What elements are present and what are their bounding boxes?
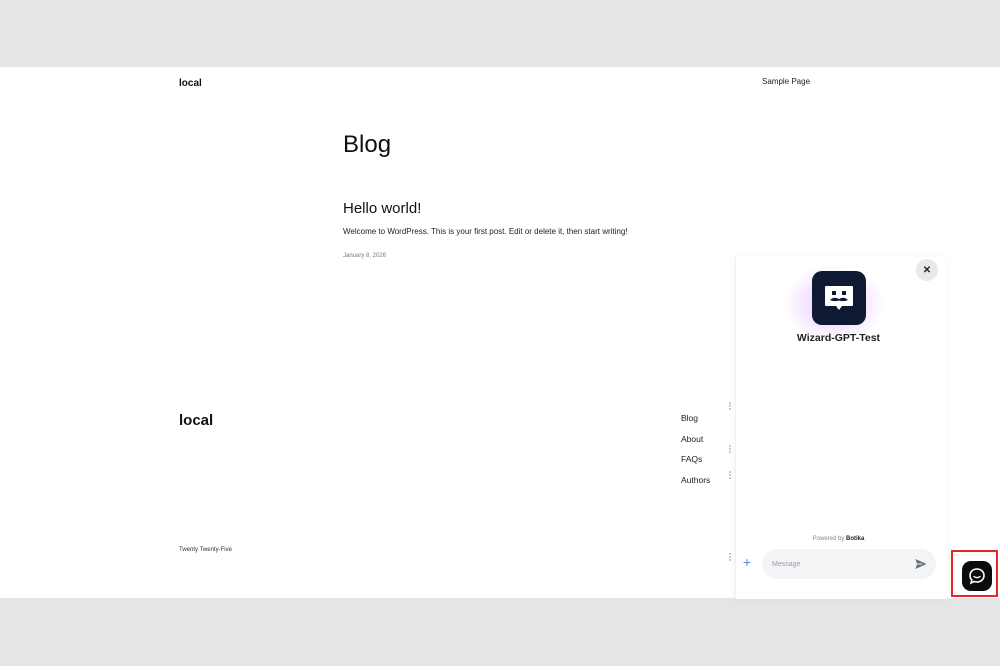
message-box [762,549,936,579]
post-date: January 8, 2026 [343,253,387,259]
footer-nav-about[interactable]: About [681,433,710,454]
powered-by-prefix: Powered by [812,536,845,542]
send-icon[interactable] [914,557,928,571]
post-excerpt: Welcome to WordPress. This is your first… [343,227,628,236]
divider-dots [729,553,731,562]
footer-nav-faqs[interactable]: FAQs [681,453,710,474]
page-title: Blog [343,131,392,158]
close-icon[interactable]: ✕ [916,259,938,281]
powered-by-brand[interactable]: Botika [846,536,864,542]
chat-bubble-icon [969,568,985,585]
footer-nav-blog[interactable]: Blog [681,412,710,433]
chat-panel: ✕ Wizard-GPT-Test Powered by Botika + [735,257,947,599]
footer-nav: Blog About FAQs Authors [681,412,710,495]
bot-name: Wizard-GPT-Test [796,332,881,344]
divider-dots [729,402,731,411]
site-title[interactable]: local [179,78,202,89]
chat-launcher-button[interactable] [962,561,992,591]
divider-dots [729,445,731,454]
nav-link-sample-page[interactable]: Sample Page [762,77,810,86]
plus-icon[interactable]: + [740,555,754,569]
post-title[interactable]: Hello world! [343,200,421,217]
bot-mustache-icon [825,286,853,310]
footer-credit: Twenty Twenty-Five [179,547,232,553]
message-input[interactable] [772,557,902,571]
footer-nav-authors[interactable]: Authors [681,474,710,495]
bot-avatar [812,271,866,325]
powered-by: Powered by Botika [736,536,941,542]
footer-site-title[interactable]: local [179,412,213,429]
divider-dots [729,471,731,480]
